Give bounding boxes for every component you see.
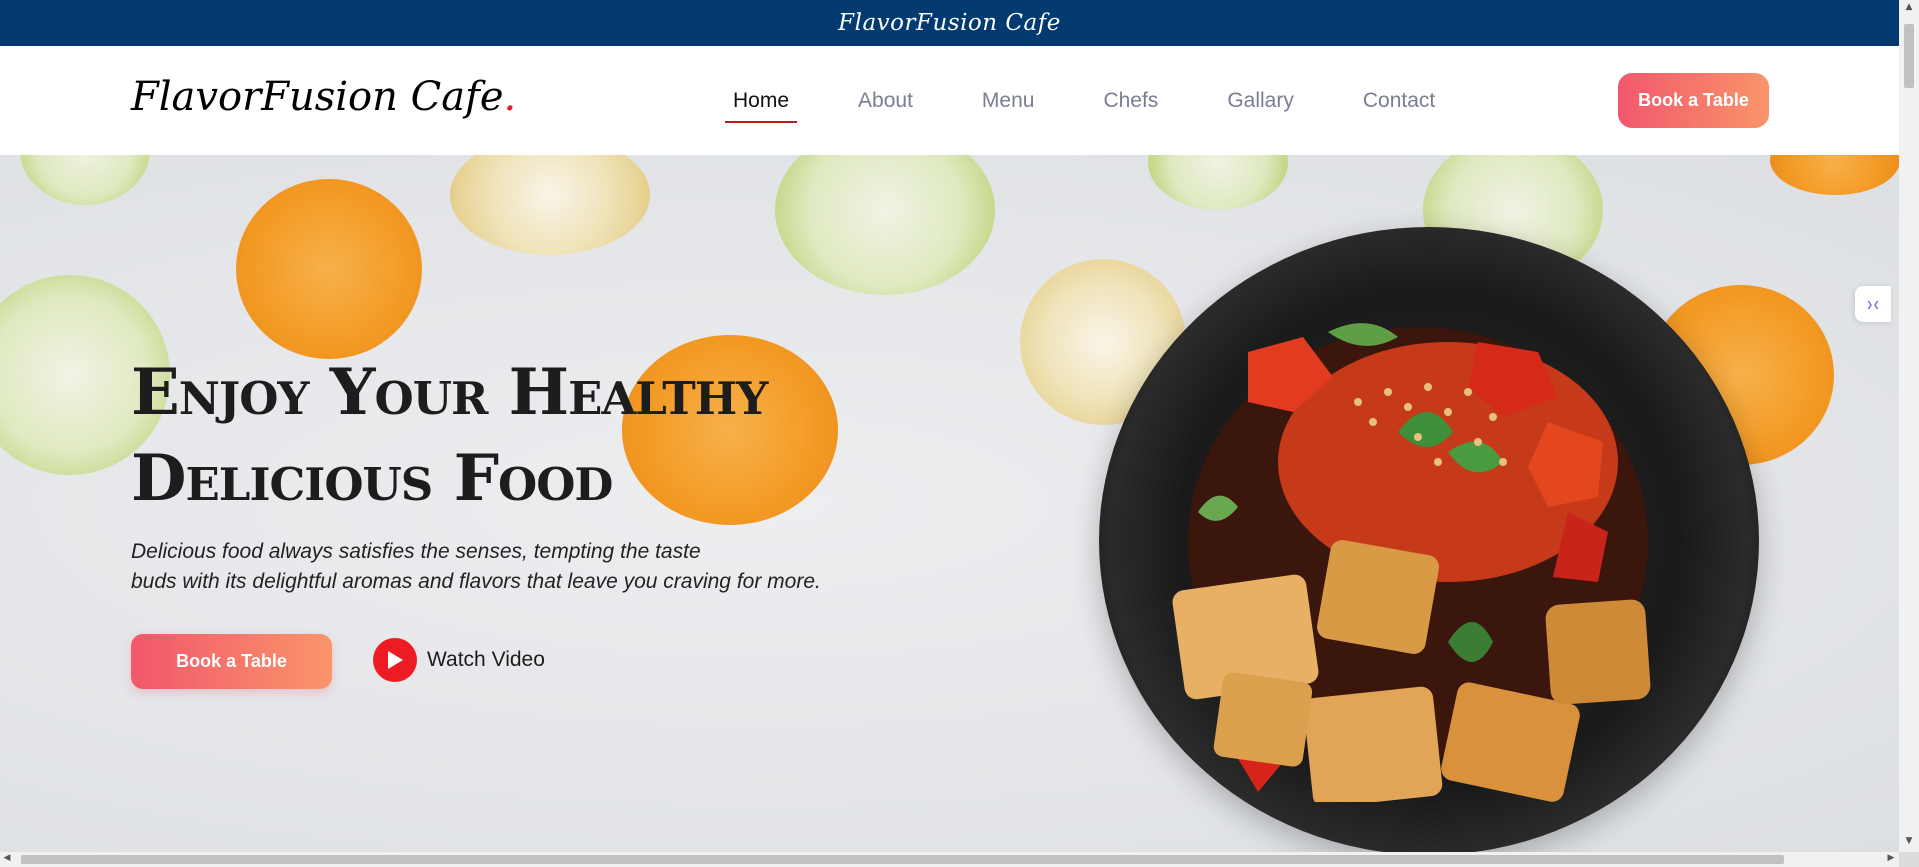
main-nav: Home About Menu Chefs Gallary Contact [723, 46, 1494, 155]
scroll-left-arrow-icon[interactable]: ◀ [0, 853, 14, 863]
hero-description: Delicious food always satisfies the sens… [131, 537, 921, 597]
horizontal-scroll-thumb[interactable] [21, 855, 1784, 864]
food-dish-image [1172, 323, 1651, 802]
hero-desc-line2: buds with its delightful aromas and flav… [131, 570, 821, 593]
logo-dot: . [503, 74, 517, 120]
carrot-slice-decoration [236, 179, 422, 359]
cucumber-slice-decoration [775, 155, 995, 295]
watch-video-button[interactable]: Watch Video [373, 637, 545, 683]
logo[interactable]: FlavorFusion Cafe. [131, 74, 516, 120]
site-header: FlavorFusion Cafe. Home About Menu Chefs… [0, 46, 1899, 155]
vertical-scroll-thumb[interactable] [1904, 24, 1914, 88]
nav-about[interactable]: About [848, 46, 923, 155]
nav-menu[interactable]: Menu [972, 46, 1045, 155]
scroll-right-arrow-icon[interactable]: ▶ [1884, 853, 1898, 863]
translate-widget-icon: ❯❮ [1866, 297, 1880, 311]
scrollbar-corner [1899, 852, 1919, 867]
corn-slice-decoration [450, 155, 650, 255]
nav-gallary[interactable]: Gallary [1217, 46, 1304, 155]
hero-title: Enjoy Your Healthy Delicious Food [131, 350, 831, 522]
hero-book-table-button[interactable]: Book a Table [131, 634, 332, 689]
horizontal-scrollbar[interactable]: ◀ ▶ [0, 852, 1899, 867]
brand-title: FlavorFusion Cafe [838, 10, 1061, 36]
hero-title-line1: Enjoy Your Healthy [131, 355, 768, 430]
nav-contact[interactable]: Contact [1353, 46, 1445, 155]
scroll-up-arrow-icon[interactable]: ▲ [1899, 2, 1919, 12]
nav-home[interactable]: Home [723, 46, 799, 155]
hero-desc-line1: Delicious food always satisfies the sens… [131, 540, 701, 563]
vertical-scrollbar[interactable]: ▲ ▼ [1899, 0, 1919, 852]
scroll-down-arrow-icon[interactable]: ▼ [1899, 836, 1919, 846]
logo-text: FlavorFusion Cafe [131, 74, 504, 120]
nav-chefs[interactable]: Chefs [1093, 46, 1168, 155]
hero-title-line2: Delicious Food [131, 441, 613, 516]
cucumber-slice-decoration [1148, 155, 1288, 210]
watch-video-label: Watch Video [427, 648, 545, 671]
translate-widget-button[interactable]: ❯❮ [1855, 286, 1891, 322]
carrot-slice-decoration [1770, 155, 1899, 195]
hero-section: Enjoy Your Healthy Delicious Food Delici… [0, 155, 1899, 852]
top-brand-bar: FlavorFusion Cafe [0, 0, 1899, 46]
header-book-table-button[interactable]: Book a Table [1618, 73, 1769, 128]
play-icon [373, 638, 417, 682]
cucumber-slice-decoration [20, 155, 150, 205]
